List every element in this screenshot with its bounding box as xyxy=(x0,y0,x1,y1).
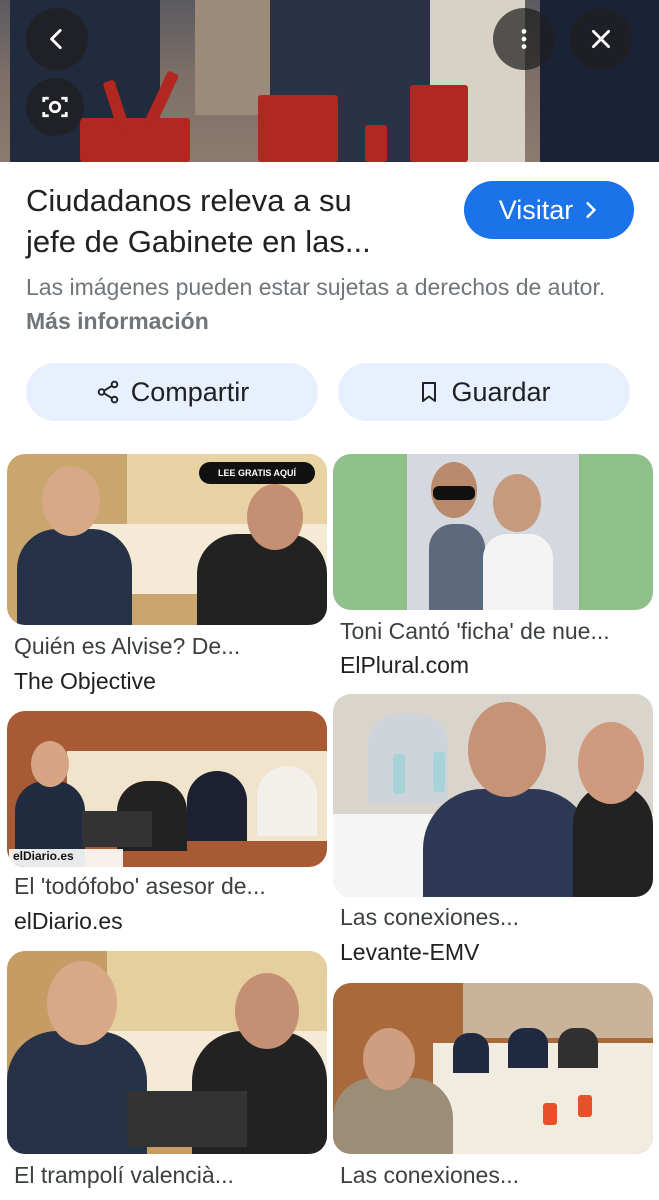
visit-button[interactable]: Visitar xyxy=(464,181,634,239)
lens-button[interactable] xyxy=(26,78,84,136)
copyright-text: Las imágenes pueden estar sujetas a dere… xyxy=(26,274,606,300)
related-image[interactable]: elDiario.es xyxy=(7,711,327,867)
thumb-person xyxy=(17,529,132,625)
arrow-back-icon xyxy=(50,28,62,50)
thumb-person xyxy=(257,766,317,836)
copyright-notice: Las imágenes pueden estar sujetas a dere… xyxy=(26,270,626,338)
more-vert-icon xyxy=(521,29,527,49)
bookmark-icon xyxy=(422,382,437,402)
result-title[interactable]: Ciudadanos releva a su jefe de Gabinete … xyxy=(26,180,446,262)
hero-image[interactable] xyxy=(0,0,659,162)
badge-read-free: LEE GRATIS AQUÍ xyxy=(199,462,315,484)
thumb-curtain xyxy=(463,983,653,1038)
watermark: elDiario.es xyxy=(9,849,123,867)
thumb-person xyxy=(429,524,485,610)
close-button[interactable] xyxy=(570,8,632,70)
thumb-person xyxy=(423,789,593,897)
thumb-laptop xyxy=(127,1091,247,1147)
hero-red-bag xyxy=(410,85,468,162)
thumb-person xyxy=(483,534,553,610)
thumb-face xyxy=(235,973,299,1049)
chevron-right-icon xyxy=(586,202,597,218)
related-image[interactable] xyxy=(333,983,653,1154)
thumb-glass xyxy=(578,1095,592,1117)
related-title[interactable]: Las conexiones... xyxy=(340,1160,519,1190)
thumb-person xyxy=(508,1028,548,1068)
related-image[interactable] xyxy=(333,454,653,610)
thumb-face xyxy=(493,474,541,532)
related-image[interactable] xyxy=(333,694,653,897)
thumb-laptop xyxy=(82,811,152,847)
result-title-line: jefe de Gabinete en las... xyxy=(26,224,371,259)
related-image[interactable]: LEE GRATIS AQUÍ xyxy=(7,454,327,625)
back-button[interactable] xyxy=(26,8,88,70)
share-icon xyxy=(97,380,119,404)
related-source[interactable]: ElPlural.com xyxy=(340,650,469,680)
related-source[interactable]: Levante-EMV xyxy=(340,937,479,967)
related-title[interactable]: El trampolí valencià... xyxy=(14,1160,234,1190)
thumb-face xyxy=(468,702,546,797)
camera-lens-icon xyxy=(42,96,68,118)
thumb-face xyxy=(31,741,69,787)
thumb-bottle xyxy=(433,752,445,792)
visit-label: Visitar xyxy=(498,194,574,225)
save-button[interactable]: Guardar xyxy=(338,363,630,421)
thumb-person xyxy=(7,1031,147,1154)
result-title-line: Ciudadanos releva a su xyxy=(26,183,352,218)
thumb-person xyxy=(453,1033,489,1073)
thumb-sunglasses xyxy=(433,486,475,500)
thumb-face xyxy=(247,484,303,550)
hero-red-bag xyxy=(365,125,387,162)
thumb-bottle xyxy=(393,754,405,794)
hero-red-bag xyxy=(80,118,190,162)
related-title[interactable]: Las conexiones... xyxy=(340,902,519,932)
more-info-link[interactable]: Más información xyxy=(26,308,209,334)
related-title[interactable]: Toni Cantó 'ficha' de nue... xyxy=(340,616,610,646)
close-icon xyxy=(592,30,610,48)
save-label: Guardar xyxy=(451,376,551,407)
related-source[interactable]: The Objective xyxy=(14,666,156,696)
thumb-person xyxy=(558,1028,598,1068)
related-title[interactable]: Quién es Alvise? De... xyxy=(14,631,240,661)
share-label: Compartir xyxy=(130,376,250,407)
thumb-person xyxy=(187,771,247,841)
related-source[interactable]: elDiario.es xyxy=(14,906,123,936)
related-title[interactable]: El 'todófobo' asesor de... xyxy=(14,871,266,901)
thumb-glass xyxy=(543,1103,557,1125)
related-image[interactable] xyxy=(7,951,327,1154)
thumb-face xyxy=(578,722,644,804)
more-options-button[interactable] xyxy=(493,8,555,70)
thumb-face xyxy=(47,961,117,1045)
hero-red-bag xyxy=(258,95,338,162)
thumb-face xyxy=(42,466,100,536)
thumb-person xyxy=(197,534,327,625)
thumb-face xyxy=(363,1028,415,1090)
share-button[interactable]: Compartir xyxy=(26,363,318,421)
